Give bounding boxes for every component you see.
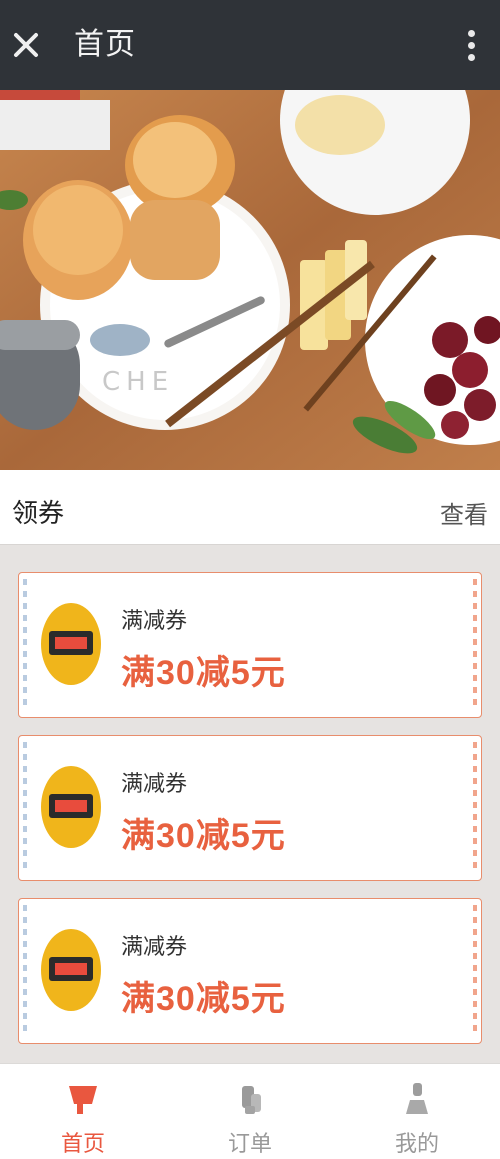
coupon-logo-icon <box>41 603 101 685</box>
home-icon <box>69 1086 97 1114</box>
coupon-value: 满30减5元 <box>121 980 286 1018</box>
coupon-value: 满30减5元 <box>121 654 286 692</box>
top-bar: 首页 <box>0 0 500 90</box>
app-root: 首页 CHE 领券 查看 满减券 满30减5元 满减券 满30减5元 满减券 满… <box>0 0 500 1159</box>
more-vertical-icon <box>467 30 475 37</box>
coupon-title: 满减券 <box>121 608 188 633</box>
coupon-card[interactable]: 满减券 满30减5元 <box>18 735 482 881</box>
close-button[interactable] <box>12 31 40 59</box>
coupon-logo-icon <box>41 929 101 1011</box>
coupon-logo-icon <box>41 766 101 848</box>
bottom-navigation: 首页 订单 我的 <box>0 1063 500 1159</box>
page-title: 首页 <box>74 28 136 61</box>
profile-icon <box>406 1083 428 1114</box>
coupon-value: 满30减5元 <box>121 817 286 855</box>
nav-orders[interactable]: 订单 <box>167 1064 333 1159</box>
coupon-card[interactable]: 满减券 满30减5元 <box>18 572 482 718</box>
coupon-title: 满减券 <box>121 934 188 959</box>
banner-image: CHE <box>0 90 500 470</box>
coupon-section-link[interactable]: 查看 <box>440 495 488 530</box>
food-illustration: CHE <box>0 90 500 470</box>
nav-home[interactable]: 首页 <box>0 1064 166 1159</box>
coupon-list: 满减券 满30减5元 满减券 满30减5元 满减券 满30减5元 <box>0 545 500 1063</box>
nav-profile[interactable]: 我的 <box>334 1064 500 1159</box>
coupon-card[interactable]: 满减券 满30减5元 <box>18 898 482 1044</box>
coupon-section-title: 领券 <box>12 498 65 528</box>
nav-profile-label: 我的 <box>394 1131 439 1156</box>
coupon-header-row: 领券 查看 <box>0 470 500 545</box>
more-menu-button[interactable] <box>464 30 478 64</box>
coupon-title: 满减券 <box>121 771 188 796</box>
orders-icon <box>242 1086 261 1114</box>
close-icon <box>14 33 38 57</box>
nav-home-label: 首页 <box>60 1131 105 1156</box>
svg-text:CHE: CHE <box>102 367 174 397</box>
nav-orders-label: 订单 <box>227 1131 272 1156</box>
